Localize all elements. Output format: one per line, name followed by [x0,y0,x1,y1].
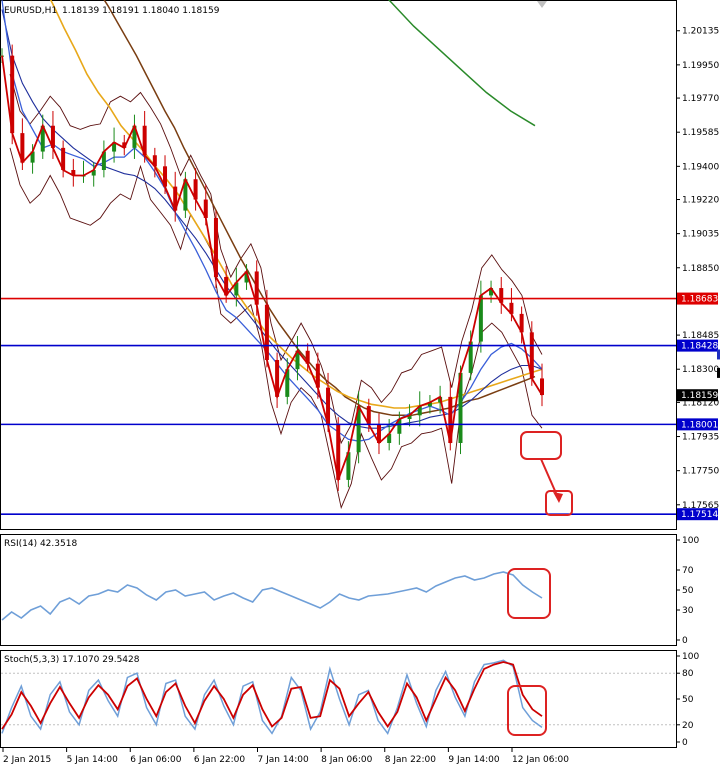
time-tick-label: 8 Jan 06:00 [321,755,373,765]
price-tick-label: 1.18300 [682,365,719,375]
price-tick-label: 1.19035 [682,230,719,240]
stoch-tick-label: 50 [682,695,694,705]
rsi-tick-label: 0 [682,636,688,646]
time-tick-label: 12 Jan 06:00 [512,755,569,765]
price-tick-label: 1.17565 [682,501,719,511]
price-tick-label: 1.18850 [682,264,719,274]
price-tick-label: 1.17935 [682,433,719,443]
stoch-tick-label: 80 [682,669,694,679]
price-tick-label: 1.19400 [682,162,719,172]
price-tick-label: 1.18485 [682,331,719,341]
price-tick-label: 1.19585 [682,128,719,138]
rsi-pane-label: RSI(14) 42.3518 [4,539,77,549]
right-edge-marker [717,349,720,360]
time-tick-label: 9 Jan 14:00 [448,755,500,765]
time-tick-label: 6 Jan 06:00 [130,755,182,765]
time-tick-label: 2 Jan 2015 [3,755,51,765]
level-blue-mid-label[interactable]: 1.18001 [681,420,718,430]
time-tick-label: 5 Jan 14:00 [67,755,119,765]
level-red-label[interactable]: 1.18683 [681,295,718,305]
rsi-tick-label: 70 [682,566,694,576]
time-tick-label: 8 Jan 22:00 [385,755,437,765]
time-tick-label: 6 Jan 22:00 [194,755,246,765]
price-tick-label: 1.17750 [682,467,719,477]
time-tick-label: 7 Jan 14:00 [258,755,310,765]
price-tick-label: 1.20135 [682,27,719,37]
price-axis: 1.20135 1.19950 1.19770 1.19585 1.19400 1.192… [676,27,719,511]
stoch-tick-label: 100 [682,652,699,662]
level-blue-low-label[interactable]: 1.17514 [681,510,718,520]
chart-canvas[interactable]: 1.186831.184281.180011.175141.18159 1.20… [0,0,721,768]
rsi-tick-label: 30 [682,606,694,616]
rsi-tick-label: 50 [682,586,694,596]
stoch-pane-label: Stoch(5,3,3) 17.1070 29.5428 [4,655,140,665]
price-pane-symbol: EURUSD,H1 [4,6,57,16]
rsi-tick-label: 100 [682,536,699,546]
stoch-tick-label: 20 [682,721,694,731]
price-tick-label: 1.19950 [682,61,719,71]
level-blue-top-label[interactable]: 1.18428 [681,342,718,352]
price-tick-label: 1.19770 [682,94,719,104]
price-tick-label: 1.19220 [682,196,719,206]
price-pane-ohlc: 1.18139 1.18191 1.18040 1.18159 [62,6,220,16]
stoch-tick-label: 0 [682,738,688,748]
chart-window: 1.18683 1.18428 1.18001 1.17514 1.18159 1.20… [0,0,721,768]
price-tick-label: 1.18120 [682,398,719,408]
